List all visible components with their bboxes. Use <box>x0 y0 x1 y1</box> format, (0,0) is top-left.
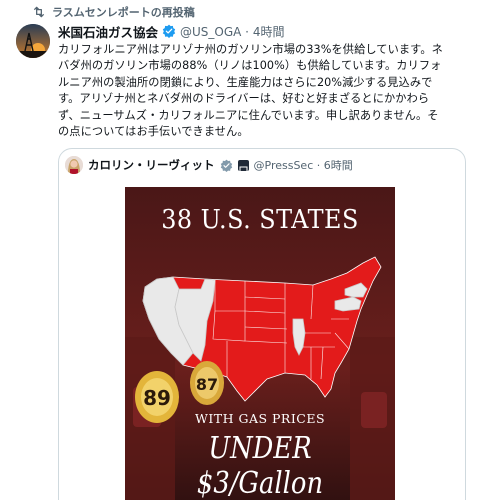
government-affiliation-icon <box>237 159 249 173</box>
author-handle-time[interactable]: @US_OGA · 4時間 <box>180 23 284 40</box>
repost-indicator[interactable]: ラスムセンレポートの再投稿 <box>16 2 195 22</box>
tweet-text-line: カリフォルニア州はアリゾナ州のガソリン市場の33%を供給しています。ネ <box>58 43 443 56</box>
tweet-text-line: す。アリゾナ州とネバダ州のドライバーは、好むと好まざるとにかかわら <box>58 92 430 106</box>
author-name[interactable]: 米国石油ガス協会 <box>58 22 158 41</box>
verified-badge-icon <box>220 159 232 172</box>
repost-label: ラスムセンレポートの再投稿 <box>52 6 195 19</box>
pump-octane-87-icon: 87 <box>190 361 224 405</box>
author-avatar[interactable] <box>16 24 50 58</box>
pump-number-left: 89 <box>143 386 171 410</box>
quoted-post[interactable]: カロリン・リーヴィット @PressSec · 6時間 38 U.S. STAT… <box>58 148 466 500</box>
repost-icon <box>16 6 46 18</box>
image-price-line: UNDER $3/Gallon <box>196 431 324 500</box>
image-title: 38 U.S. STATES <box>161 205 359 235</box>
quoted-author-avatar[interactable] <box>65 156 83 174</box>
tweet-text-line: ルニア州の製油所の閉鎖により、生産能力はさらに20%減少する見込みで <box>58 75 433 89</box>
pump-number-right: 87 <box>196 375 218 394</box>
quoted-post-header: カロリン・リーヴィット @PressSec · 6時間 <box>65 155 353 175</box>
tweet-text-line: の点についてはお手伝いできません。 <box>58 125 249 139</box>
tweet-text-line: ず、ニューサムズ・カリフォルニアに住んでいます。申し訳ありません。そ <box>58 108 439 122</box>
verified-badge-icon <box>162 24 176 38</box>
tweet-header: 米国石油ガス協会 @US_OGA · 4時間 <box>58 22 284 40</box>
tweet-text-line: バダ州のガソリン市場の88%（リノは100%）も供給しています。カリフォ <box>58 59 442 73</box>
image-subtitle: WITH GAS PRICES <box>194 411 326 426</box>
quoted-post-image[interactable]: 38 U.S. STATES 89 87 WITH GAS PRICES UND… <box>125 187 395 500</box>
quoted-author-handle-time[interactable]: @PressSec · 6時間 <box>254 157 353 173</box>
tweet-text: カリフォルニア州はアリゾナ州のガソリン市場の33%を供給しています。ネ バダ州の… <box>58 42 468 140</box>
quoted-author-name[interactable]: カロリン・リーヴィット <box>88 157 215 173</box>
